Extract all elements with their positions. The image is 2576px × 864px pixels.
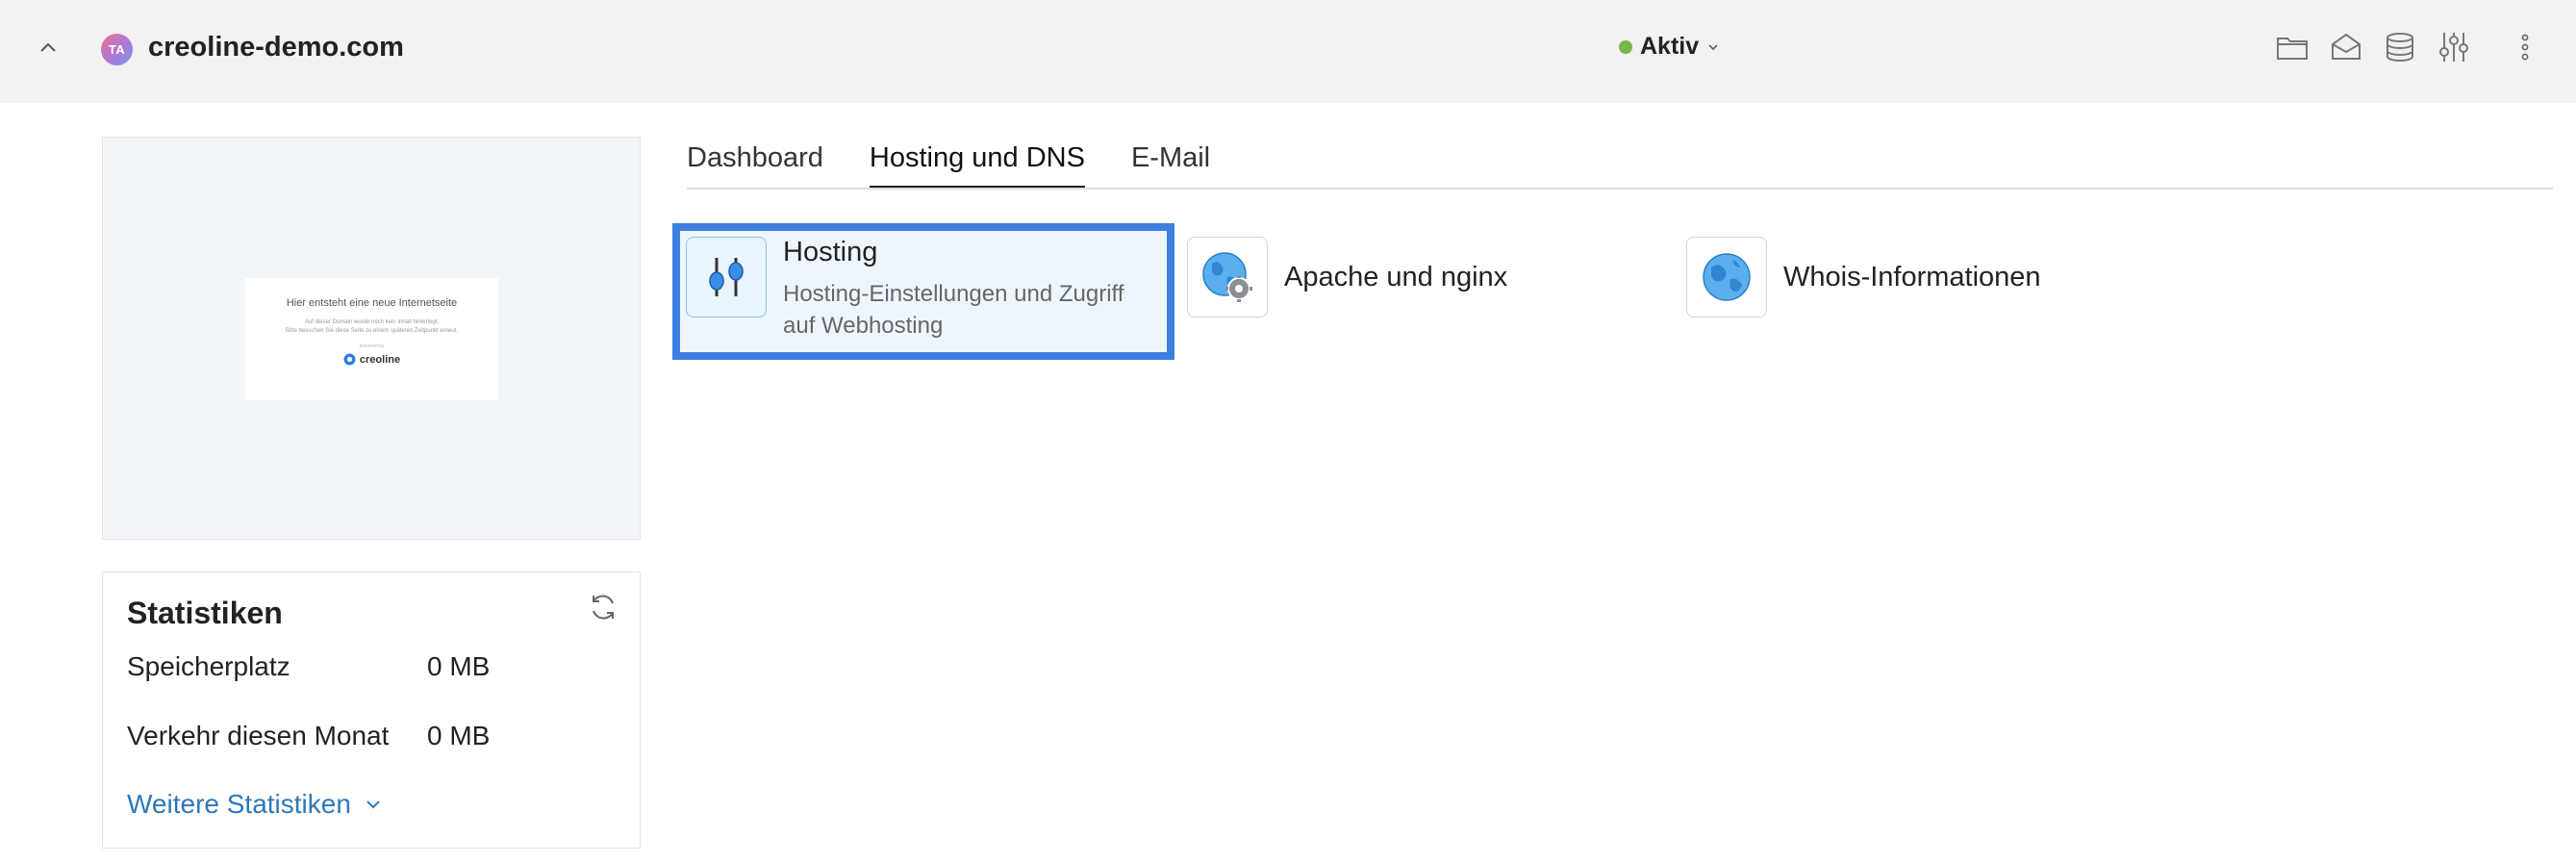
tab-bar: Dashboard Hosting und DNS E-Mail: [687, 142, 1256, 189]
chevron-down-icon: [366, 800, 380, 809]
whois-title: Whois-Informationen: [1783, 261, 2041, 292]
refresh-button[interactable]: [586, 590, 620, 624]
tab-hosting-dns[interactable]: Hosting und DNS: [869, 142, 1085, 189]
folder-icon[interactable]: [2274, 29, 2311, 65]
more-menu-button[interactable]: [2507, 29, 2543, 65]
apache-nginx-title: Apache und nginx: [1284, 261, 1508, 292]
refresh-icon: [593, 595, 614, 620]
chevron-up-icon: [40, 42, 56, 52]
status-dropdown[interactable]: Aktiv: [1619, 33, 1720, 61]
header-bar: TA creoline-demo.com Aktiv: [0, 0, 2576, 102]
whois-tile[interactable]: Whois-Informationen: [1686, 237, 2041, 318]
tab-divider: [687, 188, 2553, 190]
hosting-description: Hosting-Einstellungen und Zugriff auf We…: [783, 281, 1124, 339]
hosting-tile[interactable]: Hosting Hosting-Einstellungen und Zugrif…: [672, 223, 1174, 360]
creoline-logo-icon: [343, 353, 356, 366]
chevron-down-icon: [1708, 43, 1718, 50]
kebab-menu-icon: [2521, 34, 2529, 61]
statistics-card: Statistiken Speicherplatz 0 MB Verkehr d…: [102, 572, 641, 849]
tab-email[interactable]: E-Mail: [1131, 142, 1210, 189]
sliders-icon: [686, 237, 767, 318]
stat-label-traffic: Verkehr diesen Monat: [127, 721, 390, 750]
globe-gear-icon: [1187, 237, 1268, 318]
preview-thumbnail: Hier entsteht eine neue Internetseite Au…: [245, 278, 498, 400]
hosting-title: Hosting: [783, 237, 878, 267]
collapse-button[interactable]: [31, 30, 65, 64]
avatar: TA: [101, 34, 133, 65]
stat-label-storage: Speicherplatz: [127, 651, 290, 681]
stat-value-traffic: 0 MB: [427, 721, 491, 750]
preview-heading: Hier entsteht eine neue Internetseite: [286, 297, 458, 309]
statistics-title: Statistiken: [127, 596, 283, 630]
status-dot: [1619, 39, 1632, 54]
globe-icon: [1686, 237, 1767, 318]
creoline-logo: creoline: [343, 353, 400, 366]
header-actions: [2274, 29, 2472, 65]
database-icon[interactable]: [2382, 29, 2418, 65]
preview-powered-by: powered by: [359, 343, 385, 349]
apache-nginx-tile[interactable]: Apache und nginx: [1187, 237, 1507, 318]
mail-icon[interactable]: [2328, 29, 2364, 65]
stat-value-storage: 0 MB: [427, 651, 491, 681]
website-preview[interactable]: Hier entsteht eine neue Internetseite Au…: [102, 137, 641, 540]
preview-subtext: Auf dieser Domain wurde noch kein Inhalt…: [285, 319, 459, 334]
status-label: Aktiv: [1640, 33, 1700, 60]
domain-title: creoline-demo.com: [148, 32, 404, 63]
sliders-icon[interactable]: [2436, 29, 2472, 65]
tab-dashboard[interactable]: Dashboard: [687, 142, 823, 189]
more-statistics-link[interactable]: Weitere Statistiken: [127, 789, 382, 820]
